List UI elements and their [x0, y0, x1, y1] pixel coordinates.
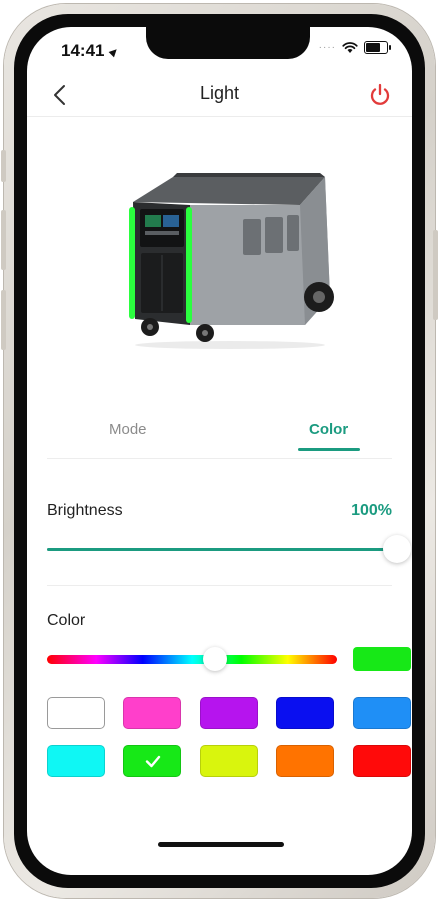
brightness-slider-fill: [47, 548, 397, 551]
signal-icon: ····: [318, 42, 336, 53]
page-title: Light: [199, 83, 240, 103]
color-swatch[interactable]: [200, 745, 258, 777]
checkmark-icon: [145, 755, 161, 768]
mode-color-tabs: Mode Color: [27, 417, 412, 457]
hue-slider-thumb[interactable]: [203, 647, 228, 671]
color-swatch[interactable]: [47, 745, 105, 777]
selected-color-preview: [353, 647, 411, 671]
color-label: Color: [47, 612, 86, 629]
status-time: 14:41▲: [61, 41, 125, 61]
power-station-image: [129, 173, 334, 349]
tab-color[interactable]: Color: [309, 421, 348, 438]
status-time-text: 14:41: [61, 41, 105, 60]
active-tab-indicator: [298, 448, 360, 451]
brightness-slider-track[interactable]: [47, 548, 397, 551]
side-power-button: [433, 230, 438, 320]
color-swatch[interactable]: [123, 697, 181, 729]
wifi-icon: [342, 41, 358, 53]
notch: [146, 27, 310, 59]
volume-up-button: [1, 210, 6, 270]
status-icons: ····: [318, 41, 391, 54]
brightness-slider-thumb[interactable]: [383, 535, 411, 563]
silent-switch: [1, 150, 6, 182]
section-divider: [47, 585, 392, 586]
app-screen: 14:41▲ ···· Light Mode Color Brightness …: [27, 27, 412, 875]
color-swatch[interactable]: [200, 697, 258, 729]
volume-down-button: [1, 290, 6, 350]
tab-mode[interactable]: Mode: [109, 421, 147, 438]
color-swatch[interactable]: [47, 697, 105, 729]
nav-header: Light: [27, 75, 412, 115]
brightness-label: Brightness: [47, 502, 123, 519]
hue-slider-track[interactable]: [47, 655, 337, 664]
color-swatch[interactable]: [276, 745, 334, 777]
power-button[interactable]: [366, 81, 394, 109]
color-swatch[interactable]: [353, 697, 411, 729]
location-arrow-icon: ▲: [105, 41, 125, 62]
color-swatch[interactable]: [123, 745, 181, 777]
battery-icon: [364, 41, 391, 54]
home-indicator: [158, 842, 284, 847]
header-divider: [27, 116, 412, 117]
tabs-divider: [47, 458, 392, 459]
brightness-value-text: 100%: [351, 502, 392, 519]
brightness-value: 100%: [351, 502, 392, 520]
color-swatch[interactable]: [353, 745, 411, 777]
color-swatch[interactable]: [276, 697, 334, 729]
